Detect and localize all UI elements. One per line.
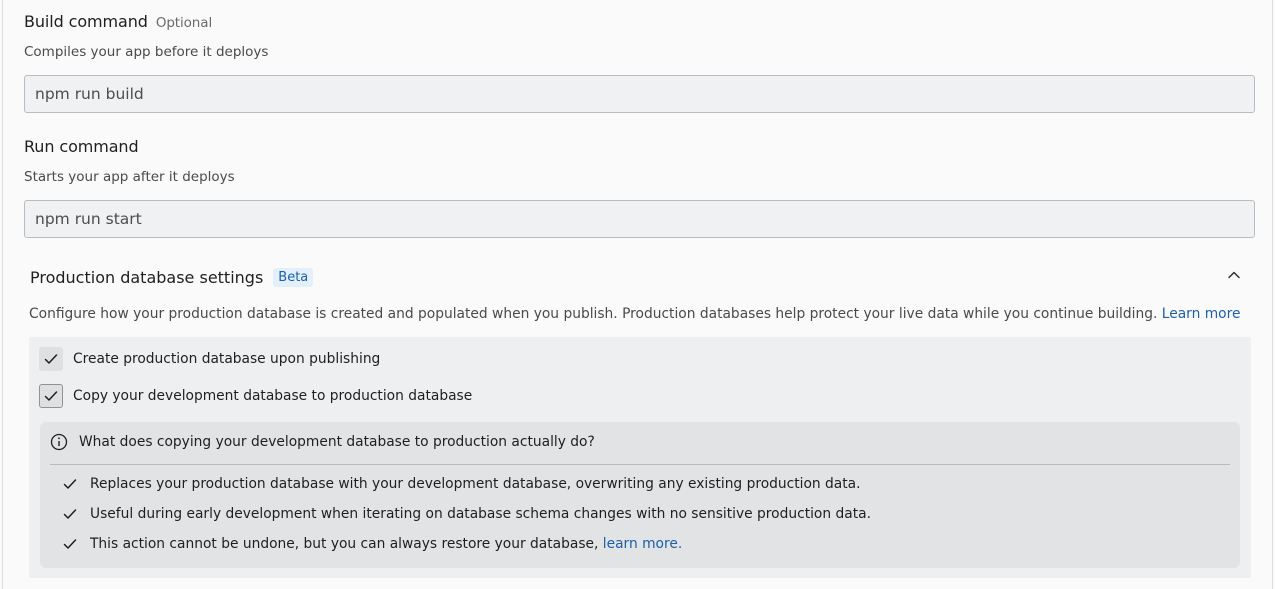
build-command-label: Build command	[24, 12, 148, 31]
info-point-text: This action cannot be undone, but you ca…	[90, 536, 599, 552]
learn-more-link[interactable]: Learn more	[1162, 306, 1241, 322]
info-point: This action cannot be undone, but you ca…	[62, 536, 682, 552]
copy-db-info-box: What does copying your development datab…	[40, 422, 1240, 568]
create-db-option[interactable]: Create production database upon publishi…	[39, 347, 380, 371]
copy-db-label: Copy your development database to produc…	[73, 388, 473, 404]
info-question-text: What does copying your development datab…	[79, 434, 595, 450]
db-settings-label: Production database settings	[30, 268, 264, 287]
beta-badge: Beta	[273, 268, 314, 287]
optional-label: Optional	[155, 15, 213, 31]
db-settings-description-text: Configure how your production database i…	[29, 306, 1158, 322]
info-question: What does copying your development datab…	[50, 433, 595, 451]
db-options-panel: Create production database upon publishi…	[29, 337, 1251, 578]
run-command-input[interactable]	[24, 200, 1255, 238]
chevron-up-icon[interactable]	[1225, 266, 1243, 284]
run-command-description: Starts your app after it deploys	[24, 169, 235, 185]
build-command-input[interactable]	[24, 75, 1255, 113]
deployment-settings-page: Build command Optional Compiles your app …	[2, 0, 1273, 589]
build-command-description: Compiles your app before it deploys	[24, 44, 269, 60]
build-command-title: Build command Optional	[24, 12, 212, 31]
info-point: Useful during early development when ite…	[62, 506, 871, 522]
check-icon	[44, 354, 58, 364]
info-point-text: Replaces your production database with y…	[90, 476, 861, 492]
info-point-text: Useful during early development when ite…	[90, 506, 871, 522]
check-icon	[63, 509, 77, 519]
db-settings-title: Production database settings Beta	[30, 268, 314, 287]
copy-db-option[interactable]: Copy your development database to produc…	[39, 384, 472, 408]
db-settings-description: Configure how your production database i…	[29, 306, 1240, 322]
info-divider	[50, 464, 1230, 465]
create-db-label: Create production database upon publishi…	[73, 351, 381, 367]
restore-learn-more-link[interactable]: learn more.	[603, 536, 682, 552]
create-db-checkbox[interactable]	[39, 347, 63, 371]
check-icon	[63, 539, 77, 549]
copy-db-checkbox[interactable]	[39, 384, 63, 408]
info-icon	[50, 433, 68, 451]
info-point: Replaces your production database with y…	[62, 476, 861, 492]
check-icon	[44, 391, 58, 401]
run-command-title: Run command	[24, 137, 139, 156]
check-icon	[63, 479, 77, 489]
